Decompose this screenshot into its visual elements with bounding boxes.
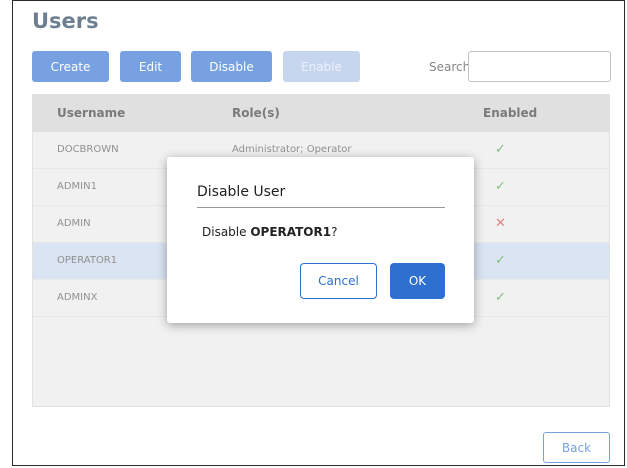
dialog-message-prefix: Disable xyxy=(202,225,251,239)
dialog-title: Disable User xyxy=(197,184,286,200)
dialog-message-target: OPERATOR1 xyxy=(250,225,332,239)
disable-user-dialog: Disable User Disable OPERATOR1? Cancel O… xyxy=(167,157,474,323)
dialog-message: Disable OPERATOR1? xyxy=(202,225,337,239)
ok-button[interactable]: OK xyxy=(390,263,445,299)
cancel-button[interactable]: Cancel xyxy=(300,263,377,299)
dialog-message-suffix: ? xyxy=(331,225,338,239)
dialog-divider xyxy=(197,207,445,208)
